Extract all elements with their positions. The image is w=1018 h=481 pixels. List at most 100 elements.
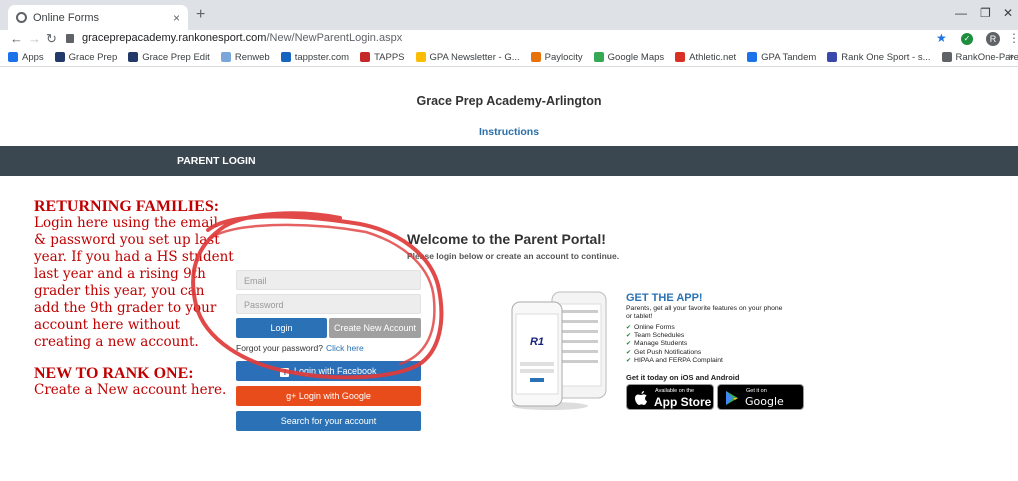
phones-illustration: R1 (511, 291, 607, 410)
facebook-icon: f (280, 368, 290, 377)
parent-login-label: PARENT LOGIN (177, 155, 256, 167)
returning-families-heading: RETURNING FAMILIES: (34, 198, 220, 215)
bookmark-item[interactable]: GPA Tandem (747, 52, 816, 63)
forward-icon[interactable]: → (28, 31, 41, 46)
bookmark-star-icon[interactable]: ★ (936, 31, 947, 45)
welcome-title: Welcome to the Parent Portal! (407, 231, 606, 247)
app-description: Parents, get all your favorite features … (626, 305, 783, 321)
bookmark-item[interactable]: Apps (8, 52, 44, 63)
password-field[interactable]: Password (236, 294, 421, 314)
search-account-button[interactable]: Search for your account (236, 411, 421, 431)
facebook-login-button[interactable]: f Login with Facebook (236, 361, 421, 381)
bookmark-label: Google Maps (607, 51, 665, 63)
bookmark-favicon-icon (593, 52, 604, 62)
bookmark-item[interactable]: Paylocity (530, 52, 583, 63)
extension-check-icon[interactable]: ✓ (961, 33, 973, 45)
bookmark-label: GPA Tandem (761, 51, 817, 63)
apple-badge-big: App Store (654, 395, 712, 409)
get-app-title: GET THE APP! (626, 292, 703, 304)
bookmarks-overflow-icon[interactable]: » (1008, 51, 1014, 62)
bookmark-item[interactable]: Google Maps (593, 51, 665, 63)
profile-avatar[interactable]: R (986, 32, 1000, 46)
google-login-label: Login with Google (298, 391, 371, 401)
bookmark-favicon-icon (675, 52, 686, 62)
google-play-icon (726, 391, 738, 405)
app-feature-item: Manage Students (626, 340, 723, 348)
app-feature-item: Get Push Notifications (626, 349, 723, 357)
bookmark-item[interactable]: TAPPS (360, 51, 405, 63)
bookmark-label: tappster.com (294, 51, 350, 63)
address-bar[interactable]: graceprepacademy.rankonesport.com/New/Ne… (82, 32, 402, 44)
welcome-subtitle: Please login below or create an account … (407, 251, 620, 261)
google-play-badge[interactable]: Get it on Google play (717, 384, 804, 421)
bookmark-item[interactable]: Rank One Sport - s... (827, 52, 931, 63)
reload-icon[interactable]: ↻ (46, 31, 57, 47)
bookmark-label: GPA Newsletter - G... (429, 51, 520, 63)
site-title: Grace Prep Academy-Arlington (416, 94, 602, 108)
parent-login-bar: PARENT LOGIN (0, 146, 1018, 176)
browser-tabstrip: Online Forms × + — ❐ ✕ (0, 0, 1018, 30)
bookmark-favicon-icon (747, 52, 758, 62)
bookmark-favicon-icon (54, 52, 65, 62)
bookmark-label: TAPPS (374, 51, 405, 63)
globe-icon (16, 12, 27, 23)
bookmark-favicon-icon (8, 52, 18, 62)
lock-icon (66, 34, 74, 43)
bookmark-favicon-icon (360, 52, 371, 62)
google-badge-small: Get it on (746, 388, 767, 394)
restore-icon[interactable]: ❐ (980, 6, 991, 20)
bookmark-favicon-icon (530, 52, 541, 62)
bookmark-item[interactable]: Grace Prep (54, 51, 118, 63)
google-badge-big: Google play (745, 395, 784, 421)
back-icon[interactable]: ← (10, 31, 23, 46)
browser-tab[interactable]: Online Forms × (8, 5, 188, 30)
bookmark-label: Grace Prep (68, 51, 118, 63)
bookmark-item[interactable]: tappster.com (280, 51, 350, 63)
forgot-password-link[interactable]: Click here (326, 343, 364, 353)
menu-kebab-icon[interactable]: ⋮ (1008, 31, 1018, 45)
bookmark-favicon-icon (941, 52, 952, 62)
bookmark-favicon-icon (415, 52, 426, 62)
app-feature-list: Online FormsTeam SchedulesManage Student… (626, 324, 723, 365)
bookmark-item[interactable]: Grace Prep Edit (128, 52, 210, 63)
bookmark-label: Athletic.net (689, 51, 737, 63)
email-field[interactable]: Email (236, 270, 421, 290)
bookmark-label: Apps (22, 51, 44, 63)
apple-badge-small: Available on the (655, 388, 695, 394)
bookmark-item[interactable]: Athletic.net (675, 52, 736, 63)
tab-title: Online Forms (33, 11, 100, 24)
app-availability: Get it today on iOS and Android (626, 373, 740, 382)
url-host: graceprepacademy.rankonesport.com (82, 32, 267, 44)
bookmark-label: Renweb (234, 51, 270, 63)
app-feature-item: Online Forms (626, 324, 723, 332)
app-feature-item: Team Schedules (626, 332, 723, 340)
facebook-login-label: Login with Facebook (293, 366, 377, 376)
login-button[interactable]: Login (236, 318, 327, 338)
new-tab-button[interactable]: + (196, 6, 205, 24)
app-store-badge[interactable]: Available on the App Store (626, 384, 714, 410)
close-tab-icon[interactable]: × (173, 11, 180, 25)
bookmark-item[interactable]: GPA Newsletter - G... (415, 51, 520, 63)
bookmark-item[interactable]: RankOne-Parents (941, 52, 1018, 63)
apple-icon (635, 391, 647, 405)
bookmark-label: Grace Prep Edit (142, 51, 210, 63)
annotation-note: RETURNING FAMILIES: Login here using the… (34, 198, 234, 399)
returning-families-text: Login here using the email & password yo… (34, 215, 234, 350)
bookmark-favicon-icon (280, 52, 291, 62)
create-account-button[interactable]: Create New Account (329, 318, 421, 338)
browser-toolbar: ← → ↻ graceprepacademy.rankonesport.com/… (0, 30, 1018, 48)
phone-logo: R1 (530, 336, 544, 348)
bookmark-favicon-icon (220, 52, 231, 62)
google-login-button[interactable]: g+ Login with Google (236, 386, 421, 406)
bookmark-favicon-icon (827, 52, 838, 62)
new-to-rank-one-heading: NEW TO RANK ONE: (34, 365, 194, 382)
instructions-link[interactable]: Instructions (0, 126, 1018, 138)
url-path: /New/NewParentLogin.aspx (266, 32, 403, 44)
bookmark-item[interactable]: Renweb (220, 51, 270, 63)
new-to-rank-one-text: Create a New account here. (34, 382, 227, 398)
google-icon: g+ (286, 391, 299, 401)
minimize-icon[interactable]: — (955, 6, 967, 20)
close-window-icon[interactable]: ✕ (1003, 6, 1013, 20)
bookmarks-bar: Apps Grace Prep Grace Prep Edit Renweb tapps… (0, 48, 1018, 67)
forgot-password-text: Forgot your password? (236, 343, 323, 353)
